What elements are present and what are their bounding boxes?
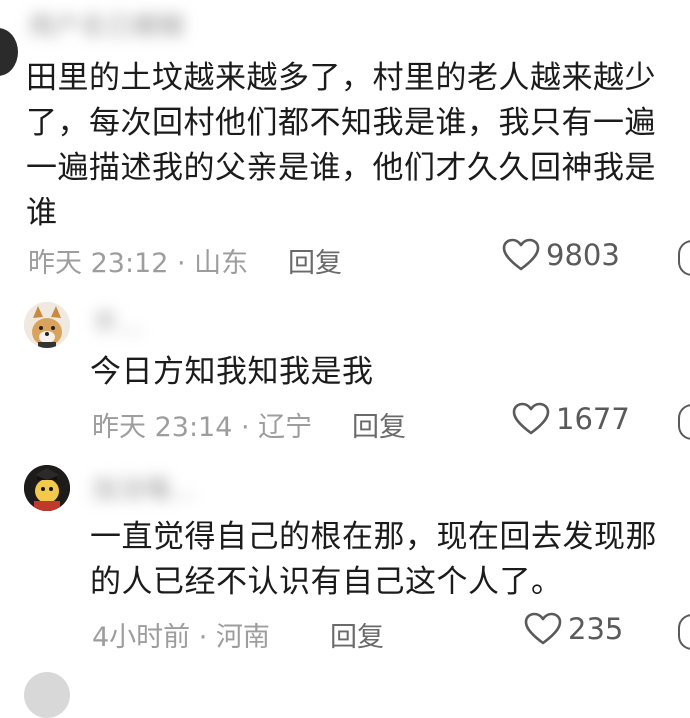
more-like-icon-cut	[678, 240, 690, 276]
time-location: 4小时前 · 河南	[92, 622, 270, 653]
username[interactable]: 不...	[92, 304, 143, 341]
like-button[interactable]: 1677	[512, 402, 630, 436]
heart-outline-icon	[524, 612, 562, 646]
avatar[interactable]	[24, 672, 70, 718]
comment-item: 用户名已模糊 田里的土坟越来越多了，村里的老人越来越少了，每次回村他们都不知我是…	[0, 0, 690, 285]
like-count: 235	[568, 612, 624, 646]
reply-button[interactable]: 回复	[352, 405, 406, 444]
time-location: 昨天 23:12 · 山东	[28, 248, 249, 279]
more-like-icon-cut	[678, 404, 690, 440]
avatar[interactable]	[24, 465, 70, 511]
comment-text: 一直觉得自己的根在那，现在回去发现那的人已经不认识有自己这个人了。	[90, 519, 657, 600]
cartoon-avatar-icon	[24, 465, 70, 511]
comment-text: 今日方知我知我是我	[90, 354, 374, 390]
username[interactable]: 加法喵...	[92, 469, 452, 506]
reply-button[interactable]: 回复	[288, 241, 342, 280]
heart-outline-icon	[502, 238, 540, 272]
like-count: 1677	[556, 402, 630, 436]
comment-text: 田里的土坟越来越多了，村里的老人越来越少了，每次回村他们都不知我是谁，我只有一遍…	[26, 60, 656, 231]
comment-item: 不... 今日方知我知我是我 昨天 23:14 · 辽宁 回复 1677	[0, 290, 690, 450]
dog-avatar-icon	[24, 302, 70, 348]
heart-outline-icon	[512, 402, 550, 436]
reply-button[interactable]: 回复	[330, 615, 384, 654]
username[interactable]: 用户名已模糊	[28, 6, 184, 43]
like-button[interactable]: 235	[524, 612, 623, 646]
time-location: 昨天 23:14 · 辽宁	[92, 412, 313, 443]
comment-item: 加法喵... 一直觉得自己的根在那，现在回去发现那的人已经不认识有自己这个人了。…	[0, 455, 690, 665]
avatar[interactable]	[24, 302, 70, 348]
avatar[interactable]	[0, 28, 18, 76]
like-count: 9803	[546, 238, 620, 272]
like-button[interactable]: 9803	[502, 238, 620, 272]
more-like-icon-cut	[678, 614, 690, 650]
